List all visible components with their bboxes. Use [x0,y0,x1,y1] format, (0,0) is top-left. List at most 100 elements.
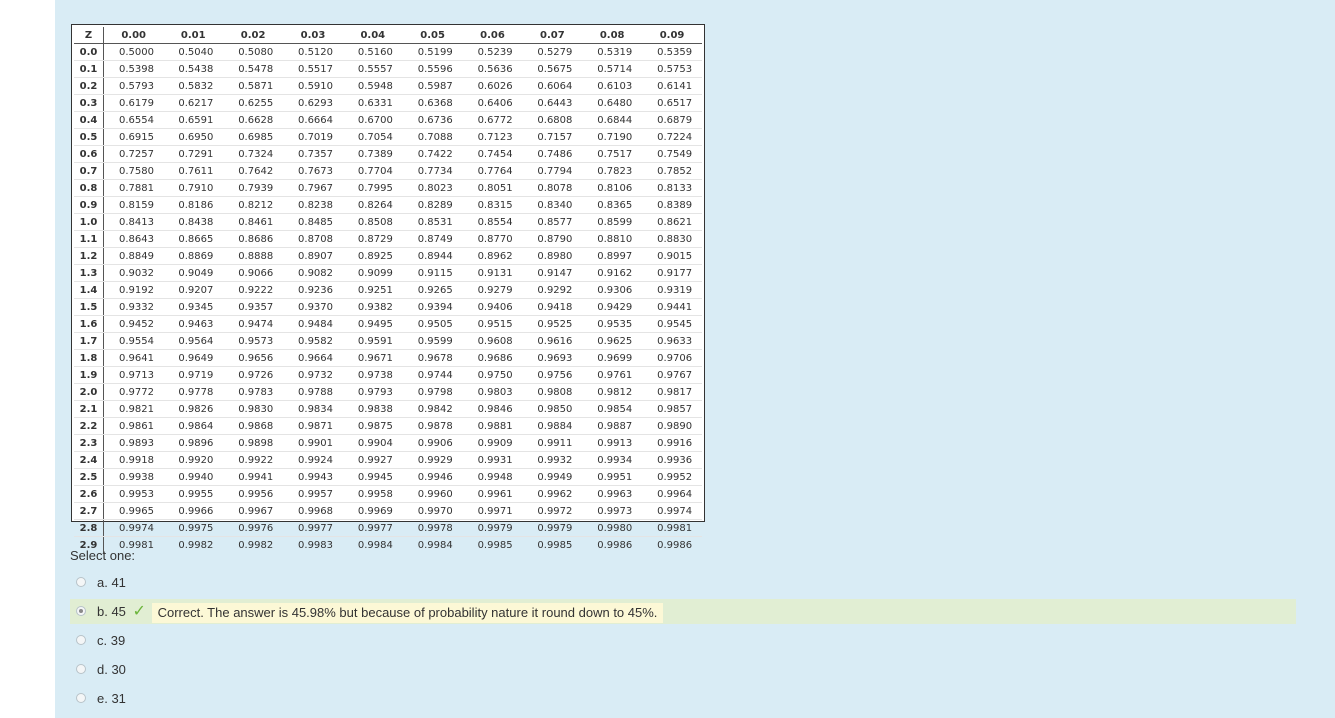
probability-cell: 0.9893 [103,434,164,452]
probability-cell: 0.5948 [342,77,403,95]
probability-cell: 0.9616 [522,332,583,350]
probability-cell: 0.9958 [342,485,403,503]
probability-cell: 0.8708 [283,230,343,248]
z-table-column-header: 0.06 [462,27,523,44]
probability-cell: 0.5910 [283,77,343,95]
z-table-row: 1.2 0.8849 0.8869 0.8888 0.8907 0.8925 0.8944 0… [74,247,702,265]
z-table-row: 2.3 0.9893 0.9896 0.9898 0.9901 0.9904 0.9906 0… [74,434,702,452]
z-table-row: 0.7 0.7580 0.7611 0.7642 0.7673 0.7704 0.7734 0… [74,162,702,180]
probability-cell: 0.9693 [522,349,583,367]
probability-cell: 0.9887 [582,417,643,435]
probability-cell: 0.9834 [283,400,343,418]
probability-cell: 0.9706 [642,349,702,367]
probability-cell: 0.9699 [582,349,643,367]
z-table-column-header: 0.07 [522,27,583,44]
probability-cell: 0.7454 [462,145,523,163]
probability-cell: 0.9966 [163,502,224,520]
probability-cell: 0.8599 [582,213,643,231]
z-value-cell: 0.0 [74,43,104,61]
z-table-row: 2.8 0.9974 0.9975 0.9976 0.9977 0.9977 0.9978 0… [74,519,702,537]
probability-cell: 0.9664 [283,349,343,367]
answer-label: c. 39 [97,633,126,648]
probability-cell: 0.5753 [642,60,702,78]
z-value-cell: 1.8 [74,349,104,367]
probability-cell: 0.5279 [522,43,583,61]
z-value-cell: 1.2 [74,247,104,265]
probability-cell: 0.9927 [342,451,403,469]
probability-cell: 0.5239 [462,43,523,61]
probability-cell: 0.7734 [402,162,463,180]
probability-cell: 0.6179 [103,94,164,112]
radio-button-selected[interactable] [76,606,86,616]
probability-cell: 0.9960 [402,485,463,503]
probability-cell: 0.9975 [163,519,224,537]
answer-option-c[interactable]: c. 39 [70,628,1296,653]
probability-cell: 0.9778 [163,383,224,401]
probability-cell: 0.9962 [522,485,583,503]
probability-cell: 0.9535 [582,315,643,333]
probability-cell: 0.8106 [582,179,643,197]
probability-cell: 0.9332 [103,298,164,316]
question-block: Select one: a. 41 b. 45 ✓ Correct. The a… [70,546,1296,711]
probability-cell: 0.7224 [642,128,702,146]
radio-button[interactable] [76,693,86,703]
probability-cell: 0.7995 [342,179,403,197]
probability-cell: 0.9505 [402,315,463,333]
probability-cell: 0.8962 [462,247,523,265]
z-table-column-header: 0.01 [163,27,224,44]
probability-cell: 0.9943 [283,468,343,486]
probability-cell: 0.9633 [642,332,702,350]
answer-option-b[interactable]: b. 45 ✓ Correct. The answer is 45.98% bu… [70,599,1296,624]
radio-button[interactable] [76,664,86,674]
probability-cell: 0.8729 [342,230,403,248]
probability-cell: 0.5832 [163,77,224,95]
probability-cell: 0.9418 [522,298,583,316]
probability-cell: 0.9817 [642,383,702,401]
probability-cell: 0.8830 [642,230,702,248]
answer-option-e[interactable]: e. 31 [70,686,1296,711]
probability-cell: 0.9972 [522,502,583,520]
z-table-row: 0.3 0.6179 0.6217 0.6255 0.6293 0.6331 0.6368 0… [74,94,702,112]
z-table-row: 0.4 0.6554 0.6591 0.6628 0.6664 0.6700 0.6736 0… [74,111,702,129]
probability-cell: 0.7088 [402,128,463,146]
z-table-row: 0.5 0.6915 0.6950 0.6985 0.7019 0.7054 0.7088 0… [74,128,702,146]
z-value-cell: 0.3 [74,94,104,112]
probability-cell: 0.9932 [522,451,583,469]
probability-cell: 0.9625 [582,332,643,350]
probability-cell: 0.6026 [462,77,523,95]
probability-cell: 0.6628 [223,111,284,129]
probability-cell: 0.9938 [103,468,164,486]
probability-cell: 0.8023 [402,179,463,197]
z-table-row: 2.1 0.9821 0.9826 0.9830 0.9834 0.9838 0.9842 0… [74,400,702,418]
probability-cell: 0.9955 [163,485,224,503]
probability-cell: 0.5359 [642,43,702,61]
probability-cell: 0.9357 [223,298,284,316]
probability-cell: 0.9082 [283,264,343,282]
radio-button[interactable] [76,577,86,587]
probability-cell: 0.9452 [103,315,164,333]
probability-cell: 0.6664 [283,111,343,129]
probability-cell: 0.9878 [402,417,463,435]
z-table-column-header: 0.05 [402,27,463,44]
radio-button[interactable] [76,635,86,645]
probability-cell: 0.6293 [283,94,343,112]
answer-option-d[interactable]: d. 30 [70,657,1296,682]
probability-cell: 0.9750 [462,366,523,384]
probability-cell: 0.9948 [462,468,523,486]
probability-cell: 0.8665 [163,230,224,248]
probability-cell: 0.5793 [103,77,164,95]
probability-cell: 0.9591 [342,332,403,350]
probability-cell: 0.8508 [342,213,403,231]
answer-feedback: Correct. The answer is 45.98% but becaus… [151,602,664,623]
probability-cell: 0.9953 [103,485,164,503]
probability-cell: 0.5040 [163,43,224,61]
z-table-row: 0.2 0.5793 0.5832 0.5871 0.5910 0.5948 0.5987 0… [74,77,702,95]
probability-cell: 0.9599 [402,332,463,350]
probability-cell: 0.8621 [642,213,702,231]
probability-cell: 0.9979 [462,519,523,537]
z-value-cell: 0.9 [74,196,104,214]
probability-cell: 0.9049 [163,264,224,282]
probability-cell: 0.8554 [462,213,523,231]
answer-option-a[interactable]: a. 41 [70,570,1296,595]
probability-cell: 0.9945 [342,468,403,486]
